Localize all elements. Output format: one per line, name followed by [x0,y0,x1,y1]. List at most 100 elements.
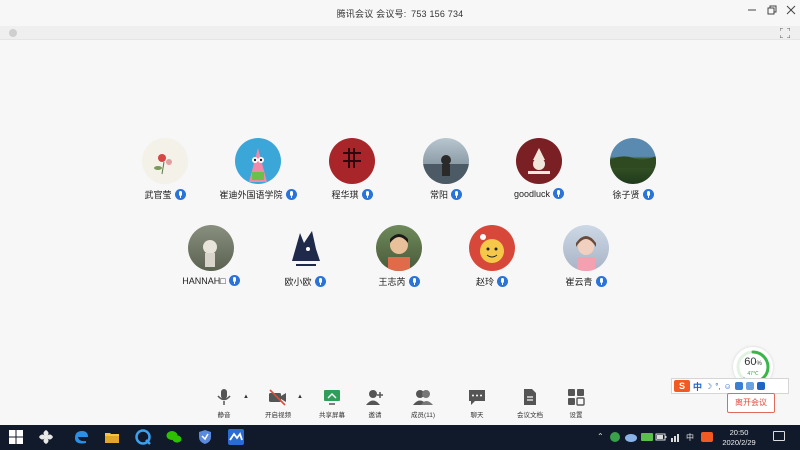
participant-tile[interactable]: 王志芮 [354,225,444,288]
document-icon [524,389,536,405]
notification-center-icon[interactable] [773,431,785,441]
tray-expand-icon[interactable]: ⌃ [597,432,604,441]
tray-cloud-icon[interactable] [624,431,638,443]
tray-app-icon[interactable] [608,431,622,443]
clock-date: 2020/2/29 [722,438,756,447]
mute-label: 静音 [217,412,231,419]
mic-icon [174,189,186,200]
mic-icon [361,189,373,200]
mic-icon [595,276,607,287]
fullscreen-icon[interactable] [780,28,790,38]
mute-options-caret[interactable]: ▲ [243,394,249,400]
qq-browser-icon[interactable] [135,429,151,445]
taskbar: ⌃ 中 20:50 2020/2/29 [0,425,800,450]
leave-meeting-button[interactable]: 离开会议 [727,393,775,413]
avatar [142,138,188,184]
video-label: 开启视频 [265,412,291,419]
avatar [282,225,328,271]
avatar [188,225,234,271]
participant-tile[interactable]: 崔迪外国语学院 [213,138,303,201]
file-explorer-icon[interactable] [104,429,120,445]
pinwheel-app-icon[interactable] [38,429,54,445]
participant-name: 崔迪外国语学院 [219,190,283,200]
docs-label: 会议文档 [517,412,543,419]
clock[interactable]: 20:50 2020/2/29 [719,428,759,448]
app-name: 腾讯会议 [336,9,374,19]
network-icon[interactable] [670,431,682,443]
avatar [423,138,469,184]
mic-icon [285,189,297,200]
settings-label: 设置 [569,412,583,419]
avatar [563,225,609,271]
ime-indicator[interactable]: 中 [686,432,694,443]
wechat-icon[interactable] [166,429,182,445]
chat-button[interactable]: 聊天 [452,388,502,419]
participant-tile[interactable]: goodluck [494,138,584,199]
info-bar [0,26,800,40]
info-icon[interactable] [9,29,17,37]
windows-start-icon[interactable] [8,429,24,445]
mic-icon [451,189,462,200]
mic-icon [553,188,565,199]
participant-tile[interactable]: 欧小欧 [260,225,350,288]
participant-name: 欧小欧 [284,277,312,287]
title-bar: 腾讯会议 会议号: 753 156 734 [0,0,800,25]
participant-tile[interactable]: 徐子贤 [588,138,678,201]
edge-browser-icon[interactable] [73,429,89,445]
video-options-caret[interactable]: ▲ [297,394,303,400]
meeting-id-label: 会议号: [376,9,407,19]
chat-icon [469,390,485,405]
avatar [235,138,281,184]
tencent-meeting-icon[interactable] [228,429,244,445]
avatar [469,225,515,271]
invite-label: 邀请 [368,412,382,419]
participant-name: 徐子贤 [612,190,640,200]
mic-icon [497,276,508,287]
restore-icon[interactable] [765,5,779,19]
participant-name: 常阳 [429,190,448,200]
share-screen-icon [324,390,340,405]
mute-button[interactable]: 静音 [199,388,249,419]
participant-tile[interactable]: 常阳 [401,138,491,201]
start-video-button[interactable]: 开启视频 [253,388,303,419]
invite-button[interactable]: 邀请 [350,388,400,419]
members-icon [413,390,433,405]
avatar [376,225,422,271]
tray-chat-icon[interactable] [640,431,654,443]
members-button[interactable]: 成员(11) [398,388,448,419]
meeting-toolbar: 静音 ▲ 开启视频 ▲ 共享屏幕 邀请 成员(11) 聊天 会议文档 设置 [0,388,800,420]
add-user-icon [366,390,383,405]
minimize-icon[interactable] [745,5,759,19]
participant-tile[interactable]: 武官莹 [120,138,210,201]
participant-tile[interactable]: HANNAH□ [166,225,256,286]
mic-icon [408,276,420,287]
avatar [329,138,375,184]
settings-button[interactable]: 设置 [551,388,601,419]
participant-tile[interactable]: 程华琪 [307,138,397,201]
participant-name: 武官莹 [144,190,172,200]
sogou-tray-icon[interactable] [700,431,714,443]
battery-icon[interactable] [655,431,667,443]
participant-name: 赵玲 [475,277,494,287]
participant-tile[interactable]: 崔云青 [541,225,631,288]
video-off-icon [269,389,286,406]
participant-name: 程华琪 [331,190,359,200]
mic-icon [228,275,240,286]
participant-name: 崔云青 [565,277,593,287]
participant-name: HANNAH□ [182,275,226,286]
settings-grid-icon [568,389,585,406]
participant-name: 王志芮 [378,277,406,287]
shield-app-icon[interactable] [197,429,213,445]
temperature: 47℃ [747,371,759,377]
clock-time: 20:50 [729,428,749,437]
avatar [516,138,562,184]
close-icon[interactable] [784,5,798,19]
participant-name: goodluck [513,188,551,199]
participant-tile[interactable]: 赵玲 [447,225,537,288]
usage-percent: 60% [744,356,762,368]
meeting-docs-button[interactable]: 会议文档 [505,388,555,419]
mic-icon [314,276,326,287]
avatar [610,138,656,184]
members-label: 成员(11) [410,412,436,419]
mic-icon [642,189,654,200]
